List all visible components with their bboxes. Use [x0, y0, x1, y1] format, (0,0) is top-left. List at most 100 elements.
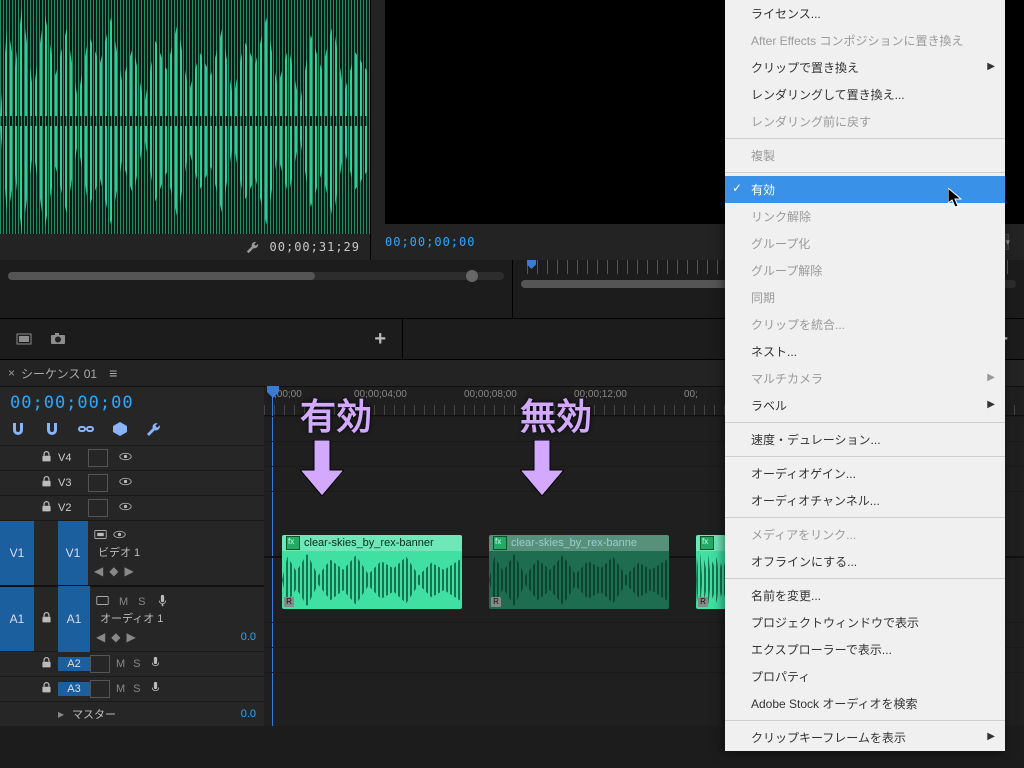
menu-item[interactable]: オフラインにする...	[725, 548, 1005, 575]
track-header-a3[interactable]: A3 M S	[0, 676, 264, 701]
master-level[interactable]: 0.0	[116, 708, 264, 720]
fx-badge-icon[interactable]	[286, 536, 300, 550]
track-name-a1[interactable]: オーディオ 1	[96, 610, 264, 626]
track-header-a1[interactable]: A1 A1 M S オーディオ 1 ◀ ◆	[0, 585, 264, 651]
mute-button[interactable]: M	[119, 596, 128, 608]
track-header-a2[interactable]: A2 M S	[0, 651, 264, 676]
panel-menu-icon[interactable]: ≡	[109, 365, 119, 381]
keyframe-diamond-icon[interactable]: ◆	[109, 564, 118, 578]
playhead-marker-icon[interactable]	[527, 258, 536, 267]
solo-button[interactable]: S	[138, 596, 145, 608]
mute-button[interactable]: M	[116, 683, 125, 695]
toggle-output-icon[interactable]	[88, 449, 108, 467]
eye-icon[interactable]	[114, 475, 136, 491]
clip-context-menu[interactable]: ライセンス... After Effects コンポジションに置き換え クリップ…	[725, 0, 1005, 751]
audio-level[interactable]: 0.0	[142, 631, 264, 643]
track-target[interactable]: A3	[58, 682, 90, 696]
lock-icon[interactable]	[34, 475, 58, 491]
track-target-v1[interactable]: V1	[58, 521, 88, 585]
menu-item[interactable]: オーディオゲイン...	[725, 460, 1005, 487]
app-root: 00;00;31;29 00;00;00;00 全体表示 ▾	[0, 0, 1024, 768]
keyframe-prev-icon[interactable]: ◀	[96, 630, 105, 644]
timeline-timecode[interactable]: 00;00;00;00	[0, 387, 264, 419]
snap-icon[interactable]	[10, 421, 26, 437]
keyframe-next-icon[interactable]: ▶	[124, 564, 133, 578]
menu-item-label: メディアをリンク...	[751, 528, 856, 542]
track-header-master[interactable]: ▸ マスター 0.0	[0, 701, 264, 726]
add-button-icon[interactable]: +	[374, 328, 386, 351]
track-header-v4[interactable]: V4	[0, 445, 264, 470]
source-scroll-thumb[interactable]	[8, 272, 315, 280]
toggle-output-icon[interactable]	[88, 474, 108, 492]
menu-item[interactable]: プロパティ	[725, 663, 1005, 690]
source-patch-v1[interactable]: V1	[0, 521, 34, 585]
lock-icon[interactable]	[34, 656, 58, 672]
track-header-v2[interactable]: V2	[0, 495, 264, 520]
source-patch-a1[interactable]: A1	[0, 587, 34, 651]
export-frame-icon[interactable]	[16, 331, 32, 347]
lock-icon[interactable]	[34, 681, 58, 697]
track-label[interactable]: V3	[58, 477, 88, 489]
audio-clip[interactable]: R	[696, 535, 726, 609]
menu-item[interactable]: Adobe Stock オーディオを検索	[725, 690, 1005, 717]
settings-wrench-icon[interactable]	[146, 421, 162, 437]
menu-item[interactable]: クリップで置き換え ▶	[725, 54, 1005, 81]
menu-item[interactable]: 名前を変更...	[725, 582, 1005, 609]
menu-item[interactable]: 速度・デュレーション...	[725, 426, 1005, 453]
voice-over-icon[interactable]	[149, 681, 162, 697]
lock-icon[interactable]	[34, 611, 58, 627]
zoom-knob[interactable]	[466, 270, 478, 282]
sequence-tab[interactable]: シーケンス 01	[21, 365, 97, 382]
toggle-output-icon[interactable]	[88, 499, 108, 517]
linked-selection-icon[interactable]	[78, 421, 94, 437]
toggle-output-icon[interactable]	[90, 680, 110, 698]
toggle-output-icon[interactable]	[90, 655, 110, 673]
wrench-icon[interactable]	[246, 240, 260, 254]
voice-over-icon[interactable]	[156, 594, 169, 610]
solo-button[interactable]: S	[125, 658, 148, 670]
track-header-v3[interactable]: V3	[0, 470, 264, 495]
menu-item[interactable]: ✓ 有効	[725, 176, 1005, 203]
keyframe-next-icon[interactable]: ▶	[126, 630, 135, 644]
eye-icon[interactable]	[114, 500, 136, 516]
menu-item[interactable]: プロジェクトウィンドウで表示	[725, 609, 1005, 636]
menu-item-label: 複製	[751, 149, 775, 163]
menu-item[interactable]: オーディオチャンネル...	[725, 487, 1005, 514]
menu-item[interactable]: ラベル ▶	[725, 392, 1005, 419]
menu-item[interactable]: ライセンス...	[725, 0, 1005, 27]
close-icon[interactable]: ×	[8, 366, 15, 380]
voice-over-icon[interactable]	[149, 656, 162, 672]
toggle-output-icon[interactable]	[94, 528, 107, 544]
program-timecode[interactable]: 00;00;00;00	[385, 235, 475, 249]
solo-button[interactable]: S	[125, 683, 148, 695]
marker-icon[interactable]	[112, 421, 128, 437]
track-target-a1[interactable]: A1	[58, 586, 90, 652]
track-target[interactable]: A2	[58, 657, 90, 671]
eye-icon[interactable]	[114, 450, 136, 466]
lock-icon[interactable]	[34, 450, 58, 466]
fx-badge-icon[interactable]	[700, 536, 714, 550]
menu-item[interactable]: レンダリングして置き換え...	[725, 81, 1005, 108]
menu-item[interactable]: ネスト...	[725, 338, 1005, 365]
eye-icon[interactable]	[113, 528, 126, 544]
mute-button[interactable]: M	[116, 658, 125, 670]
track-label[interactable]: V2	[58, 502, 88, 514]
menu-item[interactable]: クリップキーフレームを表示 ▶	[725, 724, 1005, 751]
magnet-icon[interactable]	[44, 421, 60, 437]
menu-item[interactable]: エクスプローラーで表示...	[725, 636, 1005, 663]
track-label[interactable]: V4	[58, 452, 88, 464]
menu-separator	[725, 517, 1005, 518]
lock-icon[interactable]	[34, 500, 58, 516]
audio-clip-enabled[interactable]: clear-skies_by_rex-banner R	[282, 535, 462, 609]
source-monitor[interactable]: 00;00;31;29	[0, 0, 371, 260]
audio-clip-disabled[interactable]: clear-skies_by_rex-banne R	[489, 535, 669, 609]
keyframe-diamond-icon[interactable]: ◆	[111, 630, 120, 644]
toggle-output-icon[interactable]	[96, 594, 109, 610]
fx-badge-icon[interactable]	[493, 536, 507, 550]
source-timecode[interactable]: 00;00;31;29	[270, 240, 360, 254]
camera-icon[interactable]	[50, 331, 66, 347]
track-header-v1[interactable]: V1 V1 ビデオ 1 ◀ ◆ ▶	[0, 520, 264, 585]
keyframe-prev-icon[interactable]: ◀	[94, 564, 103, 578]
master-expand-icon[interactable]: ▸	[58, 707, 68, 721]
track-name-v1[interactable]: ビデオ 1	[94, 544, 264, 560]
